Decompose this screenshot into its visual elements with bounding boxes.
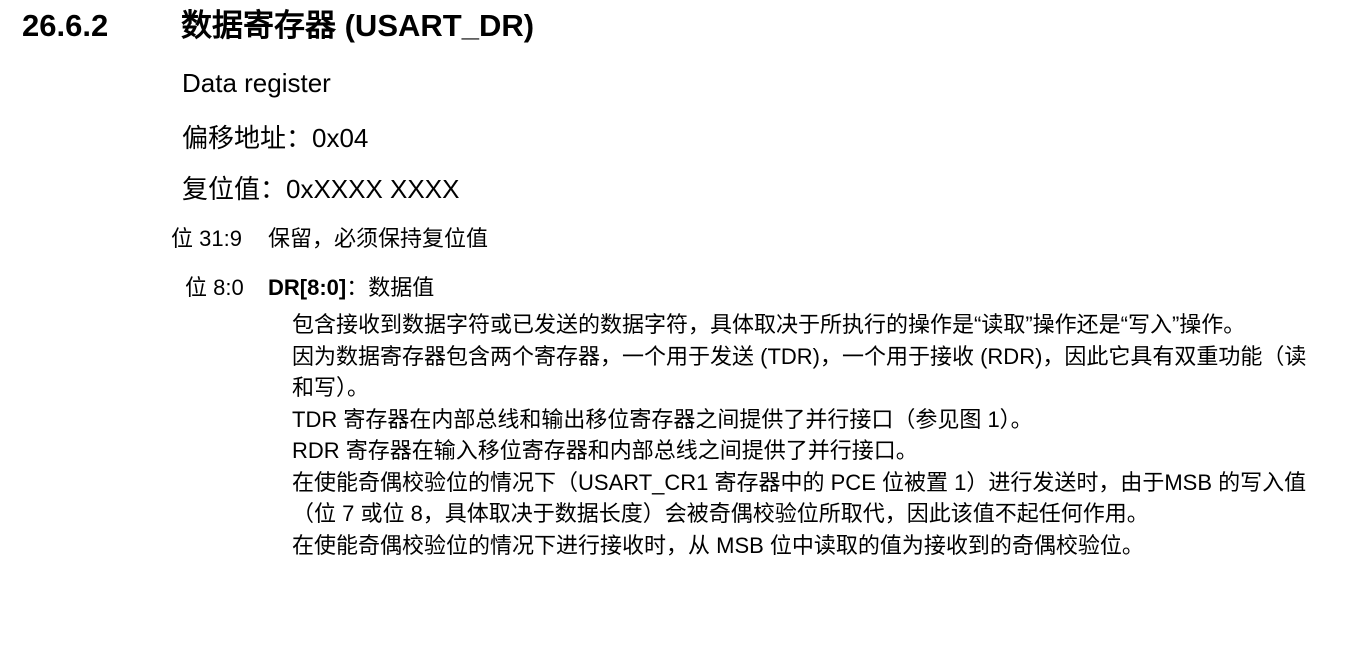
section-number: 26.6.2 (22, 8, 109, 43)
description-paragraph: 因为数据寄存器包含两个寄存器，一个用于发送 (TDR)，一个用于接收 (RDR)… (292, 343, 1307, 401)
section-title: 数据寄存器 (USART_DR) (181, 8, 535, 43)
field-name: DR[8:0] (268, 275, 347, 300)
register-english-name: Data register (182, 68, 331, 98)
description-paragraph: RDR 寄存器在输入移位寄存器和内部总线之间提供了并行接口。 (292, 438, 918, 463)
field-summary: ：数据值 (346, 275, 435, 300)
register-reset-value: 复位值：0xXXXX XXXX (182, 174, 460, 204)
field-heading: DR[8:0]：数据值 (268, 273, 434, 303)
register-offset: 偏移地址：0x04 (182, 123, 369, 153)
description-paragraph: 在使能奇偶校验位的情况下（USART_CR1 寄存器中的 PCE 位被置 1）进… (292, 469, 1307, 527)
bit-range-label: 位 8:0 (185, 275, 244, 300)
bit-range-label: 位 31:9 (171, 226, 242, 251)
description-paragraph: 包含接收到数据字符或已发送的数据字符，具体取决于所执行的操作是“读取”操作还是“… (292, 312, 1246, 337)
description-paragraph: 在使能奇偶校验位的情况下进行接收时，从 MSB 位中读取的值为接收到的奇偶校验位… (292, 532, 1144, 558)
bit-description: 保留，必须保持复位值 (268, 226, 489, 251)
description-paragraph: TDR 寄存器在内部总线和输出移位寄存器之间提供了并行接口（参见图 1）。 (292, 406, 1033, 432)
field-description: 包含接收到数据字符或已发送的数据字符，具体取决于所执行的操作是“读取”操作还是“… (292, 309, 1322, 561)
